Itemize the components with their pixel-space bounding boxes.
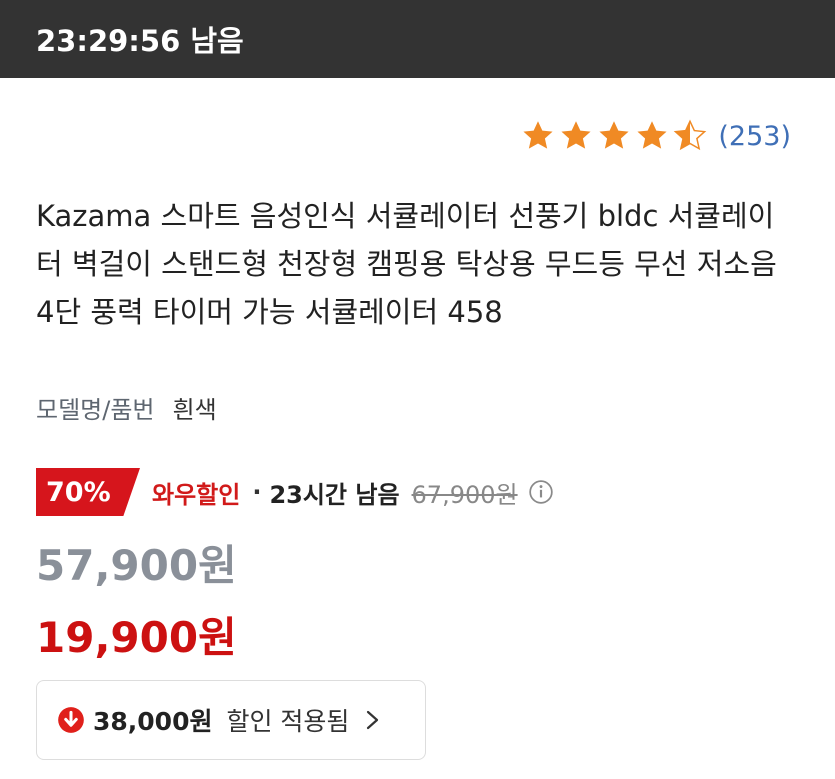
- star-full-icon: [561, 121, 591, 149]
- countdown-timer: 23:29:56 남음: [36, 24, 244, 58]
- arrow-down-circle-icon: [58, 707, 84, 733]
- chevron-right-icon: [367, 710, 379, 730]
- applied-discount-text: 할인 적용됨: [226, 707, 350, 736]
- star-full-icon: [523, 121, 553, 149]
- original-price: 67,900원: [411, 480, 518, 509]
- applied-discount-amount: 38,000원: [93, 707, 213, 736]
- final-price: 19,900원: [36, 613, 237, 662]
- discount-remaining-time: 23시간 남음: [269, 480, 400, 509]
- review-count-link[interactable]: (253): [718, 121, 791, 152]
- product-title: Kazama 스마트 음성인식 서큘레이터 선풍기 bldc 서큘레이터 벽걸이…: [36, 199, 777, 329]
- wow-discount-label: 와우할인: [152, 480, 241, 509]
- sale-price: 57,900원: [36, 541, 237, 590]
- applied-discount-button[interactable]: 38,000원 할인 적용됨: [36, 680, 426, 760]
- model-label: 모델명/품번: [36, 396, 155, 424]
- rating-summary[interactable]: (253): [520, 116, 791, 156]
- info-icon[interactable]: [528, 479, 554, 505]
- star-full-icon: [599, 121, 629, 149]
- discount-percent: 70%: [46, 476, 111, 508]
- discount-row: 70% 와우할인 · 23시간 남음 67,900원: [36, 468, 554, 516]
- countdown-bar: 23:29:56 남음: [0, 0, 835, 78]
- star-full-icon: [637, 121, 667, 149]
- separator-dot: ·: [252, 478, 262, 506]
- discount-badge: 70%: [36, 468, 140, 516]
- star-rating: [520, 118, 710, 154]
- star-half-icon: [674, 119, 707, 151]
- model-value: 흰색: [172, 396, 217, 424]
- model-info: 모델명/품번 흰색: [36, 390, 217, 425]
